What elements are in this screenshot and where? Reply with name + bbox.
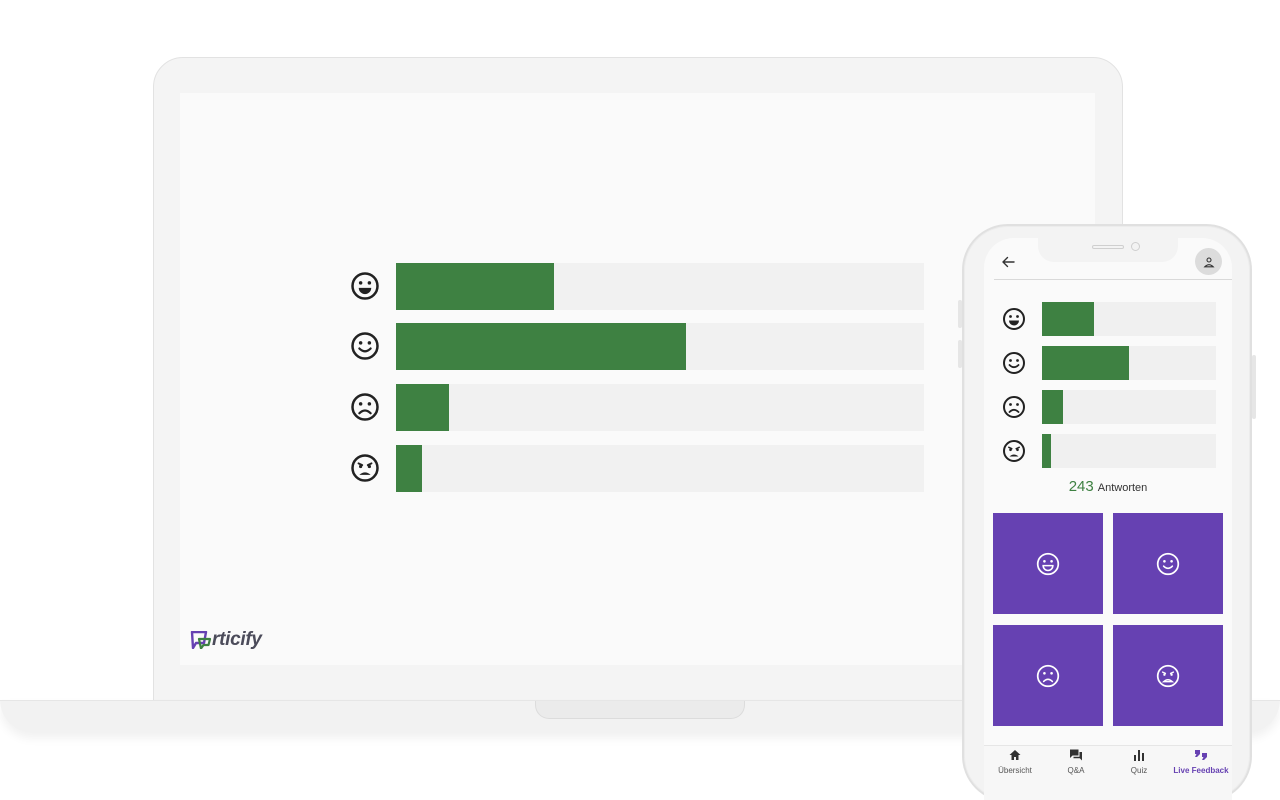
vote-happy-button[interactable] <box>1113 513 1223 614</box>
nav-tab-uebersicht[interactable]: Übersicht <box>984 748 1046 784</box>
feedback-bar-track <box>1042 346 1216 380</box>
feedback-bar-track <box>1042 434 1216 468</box>
smiling-face-icon <box>1003 352 1025 374</box>
nav-tab-live-feedback[interactable]: Live Feedback <box>1170 748 1232 784</box>
laughing-face-icon <box>1036 552 1060 575</box>
quote-icon <box>1195 750 1207 760</box>
feedback-row-sad <box>350 384 930 431</box>
angry-face-icon <box>1003 440 1025 462</box>
arrow-left-icon[interactable] <box>1000 254 1016 270</box>
nav-tab-qa[interactable]: Q&A <box>1045 748 1107 784</box>
device-mockup-stage: rticify 243 Antworten Übersicht Q&A Quiz… <box>0 0 1280 800</box>
chat-bubbles-icon <box>1070 749 1082 761</box>
feedback-bar-fill <box>1042 302 1095 336</box>
phone-feedback-row-very-happy <box>1002 302 1216 336</box>
response-count-number: 243 <box>1068 478 1094 495</box>
feedback-bar-fill <box>1042 390 1063 424</box>
bar-chart-icon <box>1134 750 1144 761</box>
feedback-bar-fill <box>396 445 423 492</box>
particify-logo-mark <box>190 631 212 649</box>
angry-face-icon <box>1156 664 1180 687</box>
feedback-bar-track <box>396 263 924 310</box>
nav-tab-label: Live Feedback <box>1173 766 1229 775</box>
feedback-bar-track <box>396 323 924 370</box>
feedback-bar-track <box>396 384 924 431</box>
feedback-bar-fill <box>1042 434 1051 468</box>
angry-face-icon <box>351 454 379 482</box>
nav-tab-label: Quiz <box>1130 766 1148 775</box>
laughing-face-icon <box>1003 308 1025 330</box>
feedback-row-happy <box>350 323 930 370</box>
nav-tab-label: Q&A <box>1067 766 1085 775</box>
vote-very-happy-button[interactable] <box>993 513 1103 614</box>
response-count-label: Antworten <box>1097 482 1148 494</box>
feedback-bar-fill <box>396 323 687 370</box>
feedback-bar-fill <box>1042 346 1129 380</box>
live-feedback-results-panel <box>180 93 1095 665</box>
feedback-row-very-happy <box>350 263 930 310</box>
phone-power-button <box>1252 355 1256 419</box>
nav-tab-label: Übersicht <box>998 766 1032 775</box>
feedback-bar-track <box>1042 302 1216 336</box>
home-icon <box>1009 750 1021 760</box>
feedback-bar-track <box>1042 390 1216 424</box>
person-icon <box>1202 256 1215 267</box>
smiling-face-icon <box>1156 552 1180 575</box>
laptop-trackpad-notch <box>535 701 745 719</box>
frowning-face-icon <box>351 393 379 421</box>
phone-feedback-row-happy <box>1002 346 1216 380</box>
feedback-bar-track <box>396 445 924 492</box>
phone-feedback-row-very-sad <box>1002 434 1216 468</box>
smiling-face-icon <box>351 332 379 360</box>
laughing-face-icon <box>351 272 379 300</box>
nav-tab-quiz[interactable]: Quiz <box>1108 748 1170 784</box>
phone-feedback-row-sad <box>1002 390 1216 424</box>
frowning-face-icon <box>1003 396 1025 418</box>
particify-logo: rticify <box>190 628 262 652</box>
vote-very-sad-button[interactable] <box>1113 625 1223 726</box>
response-count: 243 Antworten <box>984 478 1232 496</box>
feedback-bar-fill <box>396 384 449 431</box>
vote-sad-button[interactable] <box>993 625 1103 726</box>
brand-name: rticify <box>212 629 262 650</box>
feedback-row-very-sad <box>350 445 930 492</box>
frowning-face-icon <box>1036 664 1060 687</box>
feedback-bar-fill <box>396 263 555 310</box>
account-button[interactable] <box>1195 248 1222 275</box>
